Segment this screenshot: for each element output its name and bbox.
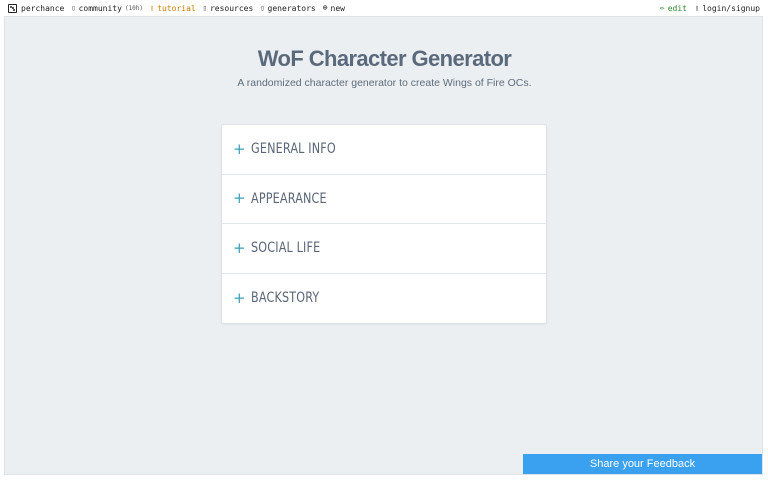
top-nav-right: ✏ edit ▯ login/signup bbox=[652, 0, 760, 16]
dice-icon bbox=[8, 3, 17, 13]
section-appearance[interactable]: + APPEARANCE bbox=[222, 175, 546, 224]
section-backstory[interactable]: + BACKSTORY bbox=[222, 274, 546, 324]
perchance-home-link[interactable]: perchance bbox=[8, 3, 65, 13]
edit-label: edit bbox=[667, 3, 687, 13]
resources-label: resources bbox=[209, 3, 254, 13]
generators-link[interactable]: ▯ generators bbox=[260, 4, 315, 13]
plus-circle-icon: ⊕ bbox=[322, 3, 328, 12]
tutorial-link[interactable]: ▯ tutorial bbox=[150, 4, 196, 13]
section-label: APPEARANCE bbox=[251, 190, 327, 207]
expand-plus-icon: + bbox=[233, 288, 246, 307]
section-general-info[interactable]: + GENERAL INFO bbox=[222, 125, 546, 175]
page-title: WoF Character Generator bbox=[257, 46, 512, 71]
top-nav-bar: perchance ▯ community (10h) ▯ tutorial ▯… bbox=[0, 0, 768, 16]
community-link[interactable]: ▯ community (10h) bbox=[71, 4, 143, 13]
section-social-life[interactable]: + SOCIAL LIFE bbox=[222, 224, 546, 274]
generators-label: generators bbox=[267, 3, 316, 13]
book-icon: ▯ bbox=[150, 4, 155, 12]
pencil-icon: ✏ bbox=[659, 3, 665, 12]
generator-panel: WoF Character Generator A randomized cha… bbox=[4, 16, 763, 475]
login-signup-link[interactable]: ▯ login/signup bbox=[695, 4, 760, 13]
edit-link[interactable]: ✏ edit bbox=[660, 4, 687, 13]
expand-plus-icon: + bbox=[233, 238, 246, 257]
tutorial-label: tutorial bbox=[157, 3, 196, 13]
community-count: (10h) bbox=[124, 4, 143, 12]
top-nav-left: perchance ▯ community (10h) ▯ tutorial ▯… bbox=[8, 0, 352, 16]
page-subtitle: A randomized character generator to crea… bbox=[237, 77, 532, 89]
section-label: BACKSTORY bbox=[251, 290, 320, 307]
new-generator-link[interactable]: ⊕ new bbox=[323, 4, 345, 13]
section-label: SOCIAL LIFE bbox=[251, 240, 321, 257]
section-accordion: + GENERAL INFO + APPEARANCE + SOCIAL LIF… bbox=[221, 124, 547, 324]
community-label: community bbox=[78, 3, 122, 13]
user-icon: ▯ bbox=[694, 4, 700, 12]
list-icon: ▯ bbox=[260, 4, 265, 12]
expand-plus-icon: + bbox=[233, 189, 246, 208]
chat-icon: ▯ bbox=[71, 4, 76, 12]
perchance-label: perchance bbox=[21, 3, 65, 13]
share-feedback-button[interactable]: Share your Feedback bbox=[523, 454, 762, 474]
expand-plus-icon: + bbox=[233, 139, 246, 158]
folder-icon: ▯ bbox=[202, 4, 207, 12]
new-label: new bbox=[330, 3, 345, 13]
resources-link[interactable]: ▯ resources bbox=[203, 4, 254, 13]
login-label: login/signup bbox=[702, 3, 760, 13]
section-label: GENERAL INFO bbox=[251, 141, 336, 158]
